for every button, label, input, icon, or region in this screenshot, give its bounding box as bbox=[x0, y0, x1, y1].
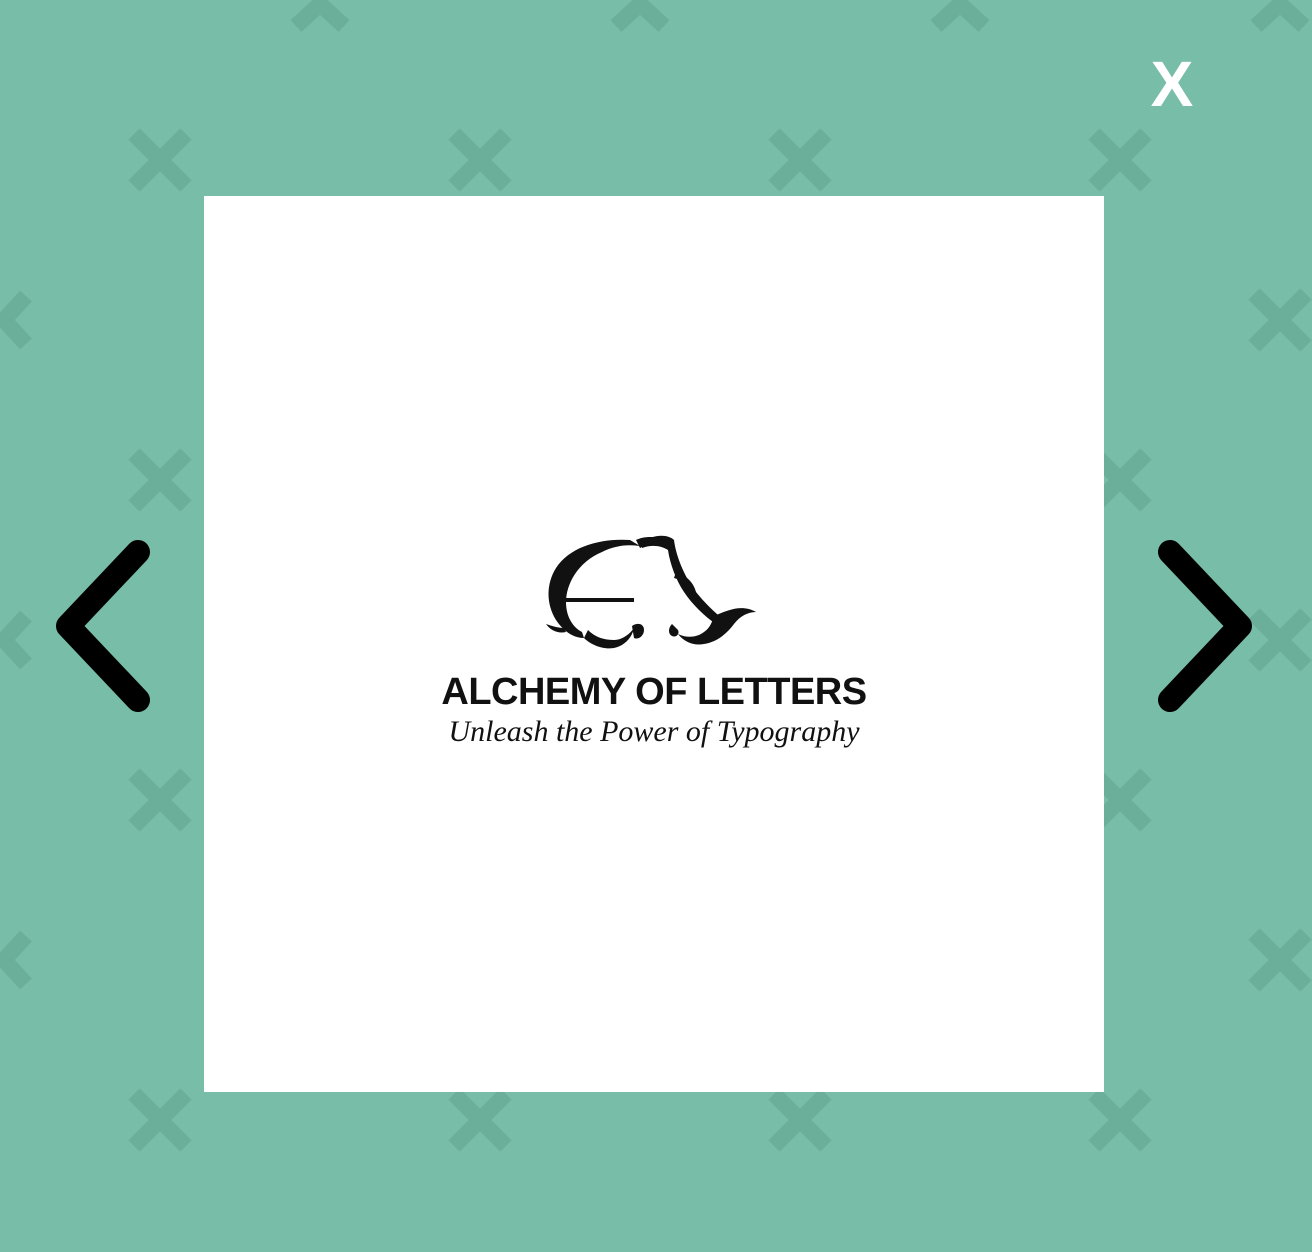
brand-name: ALCHEMY OF LETTERS bbox=[441, 671, 867, 713]
chevron-right-icon bbox=[1158, 540, 1252, 712]
brand-tagline: Unleash the Power of Typography bbox=[448, 715, 860, 748]
logo-monogram-icon bbox=[544, 532, 768, 656]
close-button[interactable]: X bbox=[1146, 52, 1198, 116]
lightbox-image-panel: ALCHEMY OF LETTERS Unleash the Power of … bbox=[204, 196, 1104, 1092]
chevron-left-icon bbox=[56, 540, 150, 712]
previous-button[interactable] bbox=[50, 540, 160, 712]
next-button[interactable] bbox=[1148, 540, 1258, 712]
